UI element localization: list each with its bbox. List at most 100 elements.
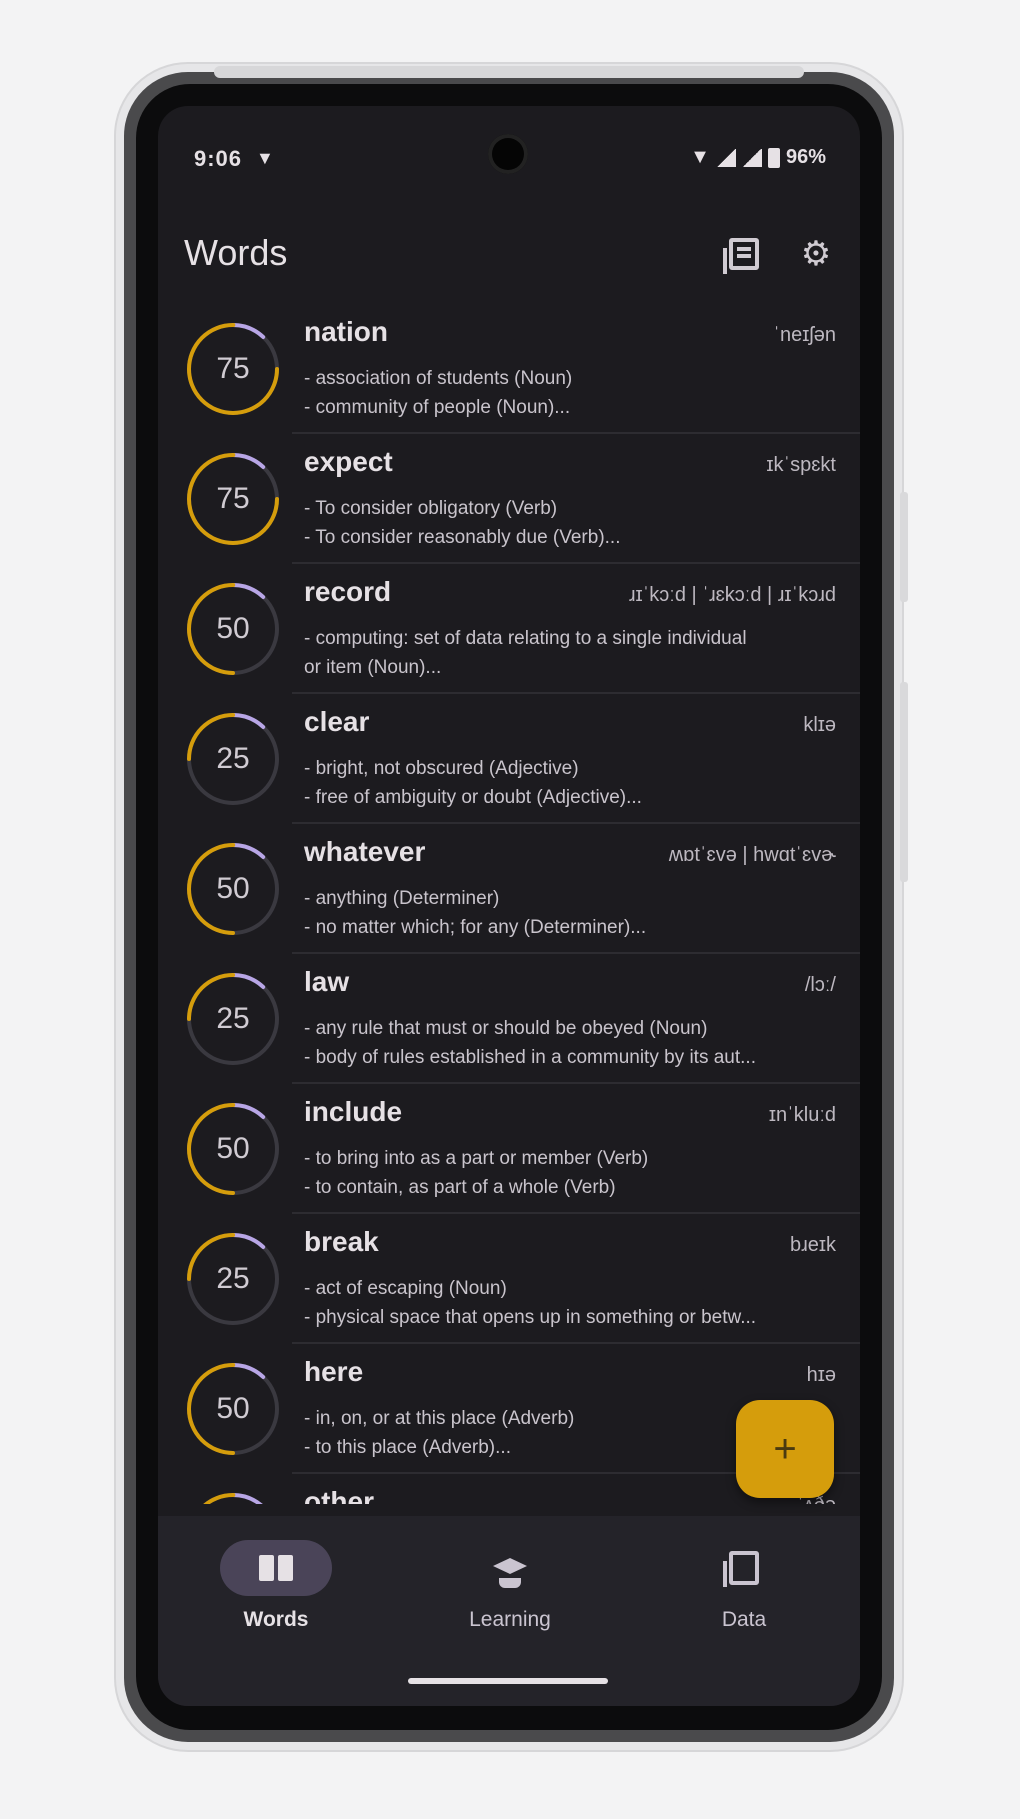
nav-indicator — [688, 1540, 800, 1596]
progress-value: 50 — [216, 612, 250, 645]
home-indicator[interactable] — [408, 1678, 608, 1684]
status-time: 9:06 — [194, 146, 243, 171]
word-title: clear — [304, 706, 370, 737]
plus-icon: + — [773, 1426, 797, 1471]
dictionary-button[interactable] — [722, 232, 766, 276]
definition-line: - association of students (Noun) — [304, 368, 573, 389]
word-definitions: - computing: set of data relating to a s… — [304, 624, 834, 682]
word-pronunciation: ˈneɪʃən — [773, 324, 836, 346]
word-title: whatever — [304, 836, 426, 867]
definition-line: - to bring into as a part or member (Ver… — [304, 1148, 649, 1169]
progress-ring: 25 — [184, 970, 282, 1068]
graduation-cap-base — [499, 1578, 521, 1588]
word-list-item[interactable]: 25 break bɹeɪk - act of escaping (Noun) … — [158, 1214, 860, 1344]
word-list-item[interactable]: 75 expect ɪkˈspɛkt - To consider obligat… — [158, 434, 860, 564]
nav-item-words[interactable]: Words — [186, 1540, 366, 1650]
battery-level: 96% — [785, 146, 826, 168]
progress-ring: 50 — [184, 1100, 282, 1198]
settings-button[interactable]: ⚙ — [794, 232, 838, 276]
definition-line: - body of rules established in a communi… — [304, 1047, 756, 1068]
word-definitions: - any rule that must or should be obeyed… — [304, 1014, 834, 1072]
progress-value: 50 — [216, 872, 250, 905]
word-title: other — [304, 1486, 374, 1504]
phone-frame: 9:06 ▼ ▼ 96% Words ⚙ 75 nation ˈneɪʃən -… — [124, 66, 908, 1742]
word-pronunciation: /lɔː/ — [804, 974, 836, 996]
progress-ring: 75 — [184, 450, 282, 548]
dictionary-icon — [723, 238, 759, 274]
app-screen: 9:06 ▼ ▼ 96% Words ⚙ 75 nation ˈneɪʃən -… — [158, 106, 860, 1706]
progress-value: 75 — [216, 482, 250, 515]
progress-ring: 75 — [184, 1490, 282, 1504]
battery-icon — [767, 147, 780, 168]
definition-line: - computing: set of data relating to a s… — [304, 628, 747, 649]
wifi-icon: ▼ — [690, 146, 710, 168]
word-definitions: - To consider obligatory (Verb) - To con… — [304, 494, 834, 552]
definition-line: - community of people (Noun)... — [304, 397, 571, 418]
word-list-item[interactable]: 50 include ɪnˈkluːd - to bring into as a… — [158, 1084, 860, 1214]
word-pronunciation: ɪkˈspɛkt — [766, 454, 836, 476]
word-list-item[interactable]: 50 record ɹɪˈkɔːd | ˈɹɛkɔːd | ɹɪˈkɔɹd - … — [158, 564, 860, 694]
definition-line: - To consider obligatory (Verb) — [304, 498, 558, 519]
definition-line: - physical space that opens up in someth… — [304, 1307, 757, 1328]
power-button — [900, 492, 908, 602]
word-list-item[interactable]: 50 whatever ʍɒtˈɛvə | hwɑtˈɛvɚ - anythin… — [158, 824, 860, 954]
word-pronunciation: ɪnˈkluːd — [768, 1104, 836, 1126]
definition-line: - act of escaping (Noun) — [304, 1278, 507, 1299]
progress-value: 75 — [184, 1490, 282, 1504]
progress-ring: 50 — [184, 580, 282, 678]
progress-value: 50 — [216, 1132, 250, 1165]
progress-ring: 25 — [184, 1230, 282, 1328]
progress-ring: 75 — [184, 320, 282, 418]
book-icon — [259, 1555, 293, 1581]
word-list-item[interactable]: 25 law /lɔː/ - any rule that must or sho… — [158, 954, 860, 1084]
wifi-icon: ▼ — [256, 148, 274, 168]
word-list-item[interactable]: 75 nation ˈneɪʃən - association of stude… — [158, 304, 860, 434]
progress-ring: 50 — [184, 840, 282, 938]
progress-value: 25 — [216, 742, 250, 775]
nav-item-learning[interactable]: Learning — [420, 1540, 600, 1650]
word-pronunciation: klɪə — [803, 714, 836, 736]
gear-icon: ⚙ — [800, 235, 832, 273]
data-icon — [723, 1551, 759, 1587]
word-definitions: - bright, not obscured (Adjective) - fre… — [304, 754, 834, 812]
definition-line: - To consider reasonably due (Verb)... — [304, 527, 621, 548]
word-title: nation — [304, 316, 388, 347]
definition-line: - anything (Determiner) — [304, 888, 500, 909]
nav-label-learning: Learning — [469, 1608, 551, 1631]
volume-button — [900, 682, 908, 882]
word-definitions: - act of escaping (Noun) - physical spac… — [304, 1274, 834, 1332]
word-pronunciation: ʍɒtˈɛvə | hwɑtˈɛvɚ — [668, 844, 836, 866]
progress-value: 50 — [216, 1392, 250, 1425]
word-title: break — [304, 1226, 379, 1257]
word-title: include — [304, 1096, 403, 1127]
word-list[interactable]: 75 nation ˈneɪʃən - association of stude… — [158, 304, 860, 1504]
word-pronunciation: hɪə — [806, 1364, 836, 1386]
progress-ring: 50 — [184, 1360, 282, 1458]
progress-ring: 25 — [184, 710, 282, 808]
front-camera — [488, 134, 528, 174]
signal-icon — [715, 148, 736, 167]
definition-line: - any rule that must or should be obeyed… — [304, 1018, 708, 1039]
status-icons: ▼ 96% — [690, 146, 826, 169]
bottom-navigation: Words Learning Data — [158, 1516, 860, 1706]
page-title: Words — [184, 232, 288, 273]
word-pronunciation: ɹɪˈkɔːd | ˈɹɛkɔːd | ɹɪˈkɔɹd — [628, 584, 836, 606]
graduation-cap-icon — [493, 1558, 527, 1574]
status-bar: 9:06 ▼ ▼ 96% — [158, 106, 860, 186]
nav-indicator — [220, 1540, 332, 1596]
phone-top-edge — [214, 66, 804, 78]
progress-value: 75 — [216, 352, 250, 385]
word-list-item[interactable]: 25 clear klɪə - bright, not obscured (Ad… — [158, 694, 860, 824]
progress-value: 25 — [216, 1262, 250, 1295]
nav-label-words: Words — [243, 1608, 309, 1631]
definition-line: - no matter which; for any (Determiner).… — [304, 917, 647, 938]
nav-label-data: Data — [721, 1608, 767, 1631]
word-definitions: - to bring into as a part or member (Ver… — [304, 1144, 834, 1202]
word-pronunciation: bɹeɪk — [789, 1234, 836, 1256]
definition-line: - free of ambiguity or doubt (Adjective)… — [304, 787, 642, 808]
signal-icon — [741, 148, 762, 167]
nav-item-data[interactable]: Data — [654, 1540, 834, 1650]
word-title: expect — [304, 446, 393, 477]
add-word-button[interactable]: + — [736, 1400, 834, 1498]
word-definitions: - association of students (Noun) - commu… — [304, 364, 834, 422]
